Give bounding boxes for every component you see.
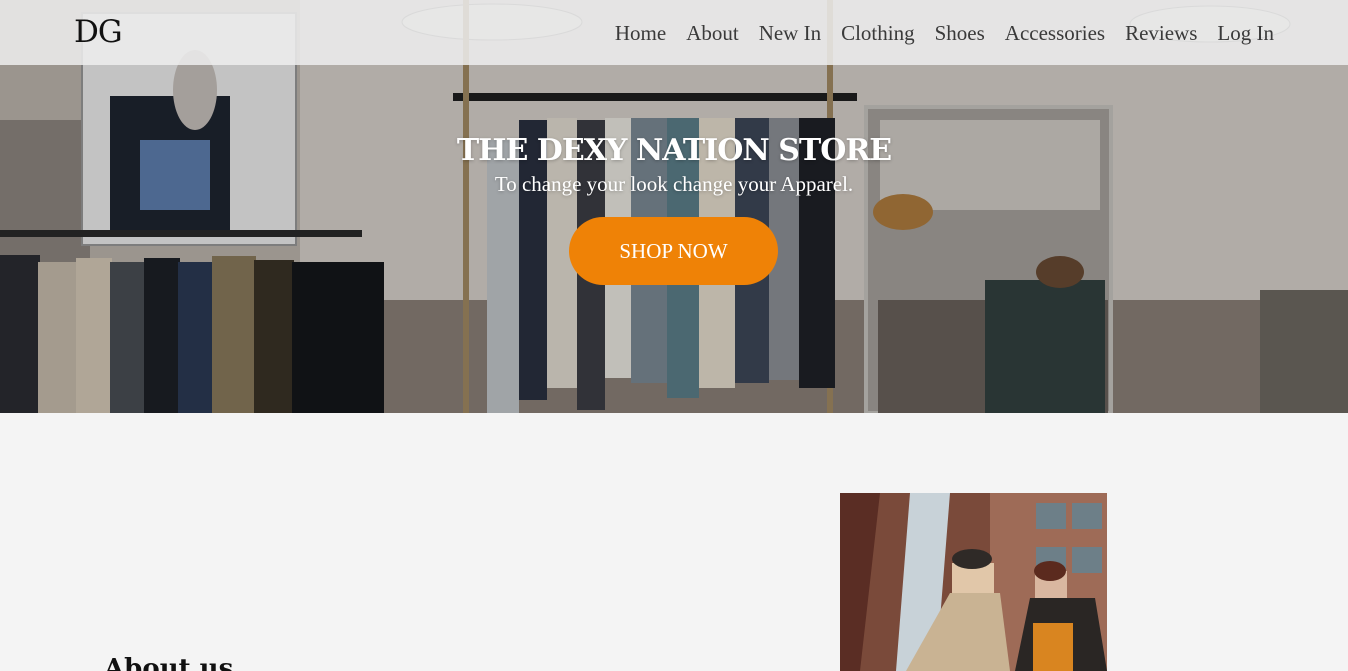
nav-link-reviews[interactable]: Reviews: [1125, 21, 1197, 46]
nav-link-home[interactable]: Home: [615, 21, 666, 46]
about-photo: [840, 493, 1107, 671]
hero-title: THE DEXY NATION STORE: [456, 133, 892, 168]
nav-link-accessories[interactable]: Accessories: [1005, 21, 1105, 46]
hero-text-block: THE DEXY NATION STORE To change your loo…: [0, 132, 1348, 198]
nav-link-new-in[interactable]: New In: [759, 21, 821, 46]
nav-link-shoes[interactable]: Shoes: [935, 21, 985, 46]
page: THE DEXY NATION STORE To change your loo…: [0, 0, 1348, 671]
about-photo-image: [840, 493, 1107, 671]
about-heading: About us: [104, 654, 234, 671]
hero-subtitle: To change your look change your Apparel.: [494, 172, 854, 196]
main-nav: Home About New In Clothing Shoes Accesso…: [615, 21, 1274, 46]
nav-link-clothing[interactable]: Clothing: [841, 21, 915, 46]
nav-link-about[interactable]: About: [686, 21, 739, 46]
brand-logo[interactable]: DG: [74, 14, 123, 50]
shop-now-button[interactable]: SHOP NOW: [569, 217, 778, 285]
nav-link-log-in[interactable]: Log In: [1217, 21, 1274, 46]
top-navbar: DG Home About New In Clothing Shoes Acce…: [0, 0, 1348, 65]
